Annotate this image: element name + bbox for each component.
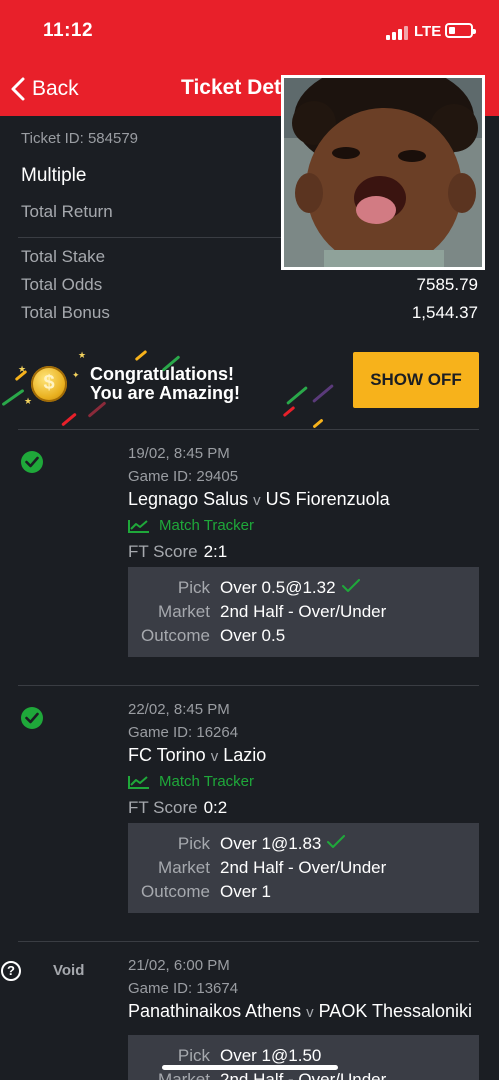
bet-item: 22/02, 8:45 PM Game ID: 16264 FC Torino v… xyxy=(0,685,499,941)
chart-line-icon xyxy=(128,775,149,789)
market-value: 2nd Half - Over/Under xyxy=(220,858,387,877)
away-team: PAOK Thessaloniki xyxy=(318,1001,473,1021)
sparkle-icon: ★ xyxy=(78,350,87,360)
check-circle-icon xyxy=(21,707,43,729)
chart-line-icon xyxy=(128,519,149,533)
bet-game-id: Game ID: 16264 xyxy=(128,724,239,741)
total-stake-label: Total Stake xyxy=(21,247,106,266)
chevron-left-icon xyxy=(11,77,25,101)
total-bonus-value: 1,544.37 xyxy=(411,303,478,322)
home-team: Panathinaikos Athens xyxy=(128,1001,302,1021)
bet-game-id: Game ID: 29405 xyxy=(128,468,239,485)
match-tracker-label: Match Tracker xyxy=(159,517,255,534)
ticket-type: Multiple xyxy=(21,165,87,186)
home-team: FC Torino xyxy=(128,745,206,765)
match-tracker-label: Match Tracker xyxy=(159,773,255,790)
back-label: Back xyxy=(32,77,79,100)
check-icon xyxy=(341,579,360,592)
home-team: Legnago Salus xyxy=(128,489,249,509)
pick-details: Pick Over 1@1.50 Market 2nd Half - Over/… xyxy=(128,1035,479,1080)
outcome-label: Outcome xyxy=(141,882,210,901)
versus: v xyxy=(253,492,261,509)
confetti xyxy=(282,405,296,418)
network-label: LTE xyxy=(414,23,442,40)
versus: v xyxy=(306,1004,314,1021)
bet-match: FC Torino v Lazio xyxy=(128,745,266,766)
outcome-label: Outcome xyxy=(141,626,210,645)
match-tracker-link[interactable]: Match Tracker xyxy=(128,517,254,534)
sparkle-icon: ★ xyxy=(24,396,33,406)
pick-value: Over 1@1.50 xyxy=(220,1046,322,1065)
promo-line-1: Congratulations! xyxy=(90,364,234,384)
total-odds-label: Total Odds xyxy=(21,275,103,294)
bet-date: 22/02, 8:45 PM xyxy=(128,701,230,718)
back-button[interactable]: Back xyxy=(10,74,79,104)
ft-score-label: FT Score xyxy=(128,542,198,561)
check-circle-icon xyxy=(21,451,43,473)
promo-text: Congratulations! You are Amazing! xyxy=(90,365,240,403)
total-return-label: Total Return xyxy=(21,202,113,221)
confetti xyxy=(61,412,77,427)
confetti xyxy=(134,349,148,362)
pick-label: Pick xyxy=(177,834,210,853)
status-time: 11:12 xyxy=(43,20,94,41)
confetti xyxy=(1,388,25,407)
pick-value: Over 1@1.83 xyxy=(220,834,346,854)
ft-score-label: FT Score xyxy=(128,798,198,817)
home-indicator[interactable] xyxy=(162,1065,338,1070)
ft-score-value: 2:1 xyxy=(203,542,228,561)
outcome-value: Over 0.5 xyxy=(220,626,286,645)
away-team: US Fiorenzuola xyxy=(265,489,390,509)
overlay-photo xyxy=(281,75,485,270)
bet-item: ? Void 21/02, 6:00 PM Game ID: 13674 Pan… xyxy=(0,941,499,1080)
void-status: Void xyxy=(53,962,85,979)
bet-match: Panathinaikos Athens v PAOK Thessaloniki xyxy=(128,1001,472,1022)
ft-score: FT Score 0:2 xyxy=(128,798,227,818)
sparkle-icon: ★ xyxy=(18,364,27,374)
show-off-button[interactable]: SHOW OFF xyxy=(353,352,479,408)
promo-line-2: You are Amazing! xyxy=(90,383,241,403)
help-circle-icon[interactable]: ? xyxy=(1,961,21,981)
battery-icon xyxy=(445,23,476,38)
coin-icon: $ xyxy=(31,366,67,402)
page-title: Ticket Det xyxy=(181,76,281,99)
bet-date: 21/02, 6:00 PM xyxy=(128,957,230,974)
market-label: Market xyxy=(158,602,210,621)
bet-game-id: Game ID: 13674 xyxy=(128,980,239,997)
market-label: Market xyxy=(158,858,210,877)
bet-match: Legnago Salus v US Fiorenzuola xyxy=(128,489,390,510)
market-label: Market xyxy=(158,1070,210,1080)
ft-score-value: 0:2 xyxy=(203,798,228,817)
bet-date: 19/02, 8:45 PM xyxy=(128,445,230,462)
confetti xyxy=(312,418,324,429)
promo-banner: ★ ★ ★ ✦ $ Congratulations! You are Amazi… xyxy=(0,344,499,429)
ft-score: FT Score 2:1 xyxy=(128,542,227,562)
pick-details: Pick Over 1@1.83 Market 2nd Half - Over/… xyxy=(128,823,479,913)
pick-label: Pick xyxy=(177,578,210,597)
versus: v xyxy=(210,748,219,765)
pick-label: Pick xyxy=(177,1046,210,1065)
total-bonus-label: Total Bonus xyxy=(21,303,110,322)
away-team: Lazio xyxy=(223,745,267,765)
ticket-id: Ticket ID: 584579 xyxy=(21,130,139,147)
total-odds-value: 7585.79 xyxy=(416,275,478,294)
match-tracker-link[interactable]: Match Tracker xyxy=(128,773,254,790)
bet-item: 19/02, 8:45 PM Game ID: 29405 Legnago Sa… xyxy=(0,429,499,685)
pick-details: Pick Over 0.5@1.32 Market 2nd Half - Ove… xyxy=(128,567,479,657)
outcome-value: Over 1 xyxy=(220,882,272,901)
confetti xyxy=(286,385,308,406)
confetti xyxy=(87,401,107,418)
market-value: 2nd Half - Over/Under xyxy=(220,602,387,621)
sparkle-icon: ✦ xyxy=(72,370,80,380)
signal-icon xyxy=(386,24,410,40)
check-icon xyxy=(327,835,346,848)
status-bar: 11:12 LTE xyxy=(0,0,499,62)
market-value: 2nd Half - Over/Under xyxy=(220,1070,387,1080)
pick-value: Over 0.5@1.32 xyxy=(220,578,360,598)
confetti xyxy=(312,383,334,404)
